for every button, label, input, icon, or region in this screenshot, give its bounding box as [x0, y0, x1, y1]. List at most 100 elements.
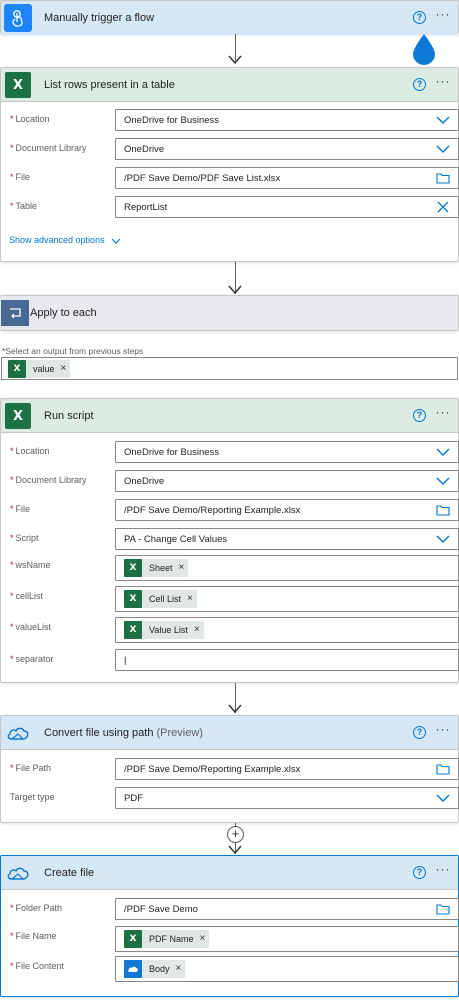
file-input[interactable]: /PDF Save Demo/PDF Save List.xlsx — [115, 167, 459, 189]
chevron-down-icon — [436, 477, 450, 485]
chevron-down-icon — [436, 448, 450, 456]
apply-to-each-card[interactable]: Apply to each — [0, 295, 459, 331]
list-rows-card[interactable]: X List rows present in a table ? ··· * Lo… — [0, 67, 459, 262]
target-type-dropdown[interactable]: PDF — [115, 787, 459, 809]
wsname-input[interactable]: X Sheet × — [115, 555, 459, 581]
create-file-title: Create file — [44, 867, 95, 879]
remove-token-icon[interactable]: × — [176, 964, 182, 974]
help-icon[interactable]: ? — [413, 726, 426, 739]
apply-to-each-header[interactable]: Apply to each — [0, 296, 458, 330]
folder-path-input[interactable]: /PDF Save Demo — [115, 898, 459, 920]
onedrive-icon — [124, 960, 142, 978]
document-library-label: * Document Library — [10, 475, 87, 485]
help-icon[interactable]: ? — [413, 409, 426, 422]
body-token[interactable]: Body × — [124, 960, 186, 978]
remove-token-icon[interactable]: × — [200, 934, 206, 944]
folder-icon[interactable] — [436, 171, 450, 185]
help-icon[interactable]: ? — [413, 11, 426, 24]
remove-token-icon[interactable]: × — [61, 364, 67, 374]
create-file-card[interactable]: Create file ? ··· * Folder Path /PDF Save… — [0, 855, 459, 997]
celllist-input[interactable]: X Cell List × — [115, 586, 459, 612]
document-library-value: OneDrive — [124, 476, 165, 487]
trigger-card[interactable]: Manually trigger a flow ? ··· — [0, 0, 459, 35]
table-row: * Table ReportList — [1, 196, 459, 218]
show-advanced-options-link[interactable]: Show advanced options — [9, 235, 121, 245]
file-content-input[interactable]: Body × — [115, 956, 459, 982]
clear-icon[interactable] — [436, 200, 450, 214]
run-script-card[interactable]: X Run script ? ··· * Location OneDrive fo… — [0, 398, 459, 683]
convert-file-card[interactable]: Convert file using path (Preview) ? ··· … — [0, 715, 459, 823]
script-label: * Script — [10, 533, 39, 543]
arrow-down-icon — [228, 285, 242, 295]
file-label: * File — [10, 172, 31, 182]
target-type-row: Target type PDF — [1, 787, 459, 809]
folder-icon[interactable] — [436, 762, 450, 776]
sheet-token[interactable]: X Sheet × — [124, 559, 189, 577]
arrow-down-icon — [228, 704, 242, 714]
file-row: * File /PDF Save Demo/Reporting Example.x… — [1, 499, 459, 521]
file-value: /PDF Save Demo/Reporting Example.xlsx — [124, 505, 301, 516]
chevron-down-icon — [436, 535, 450, 543]
more-options-icon[interactable]: ··· — [434, 406, 452, 422]
loop-icon-wrap — [0, 298, 30, 328]
remove-token-icon[interactable]: × — [194, 625, 200, 635]
valuelist-input[interactable]: X Value List × — [115, 617, 459, 643]
token-label: Sheet — [149, 563, 173, 573]
document-library-dropdown[interactable]: OneDrive — [115, 138, 459, 160]
file-path-input[interactable]: /PDF Save Demo/Reporting Example.xlsx — [115, 758, 459, 780]
script-dropdown[interactable]: PA - Change Cell Values — [115, 528, 459, 550]
more-options-icon[interactable]: ··· — [434, 8, 452, 24]
file-path-row: * File Path /PDF Save Demo/Reporting Exam… — [1, 758, 459, 780]
value-list-token[interactable]: X Value List × — [124, 621, 204, 639]
arrow-down-icon — [228, 845, 242, 855]
pdf-name-token[interactable]: X PDF Name × — [124, 930, 210, 948]
location-value: OneDrive for Business — [124, 115, 220, 126]
file-name-label: * File Name — [10, 931, 57, 941]
file-input[interactable]: /PDF Save Demo/Reporting Example.xlsx — [115, 499, 459, 521]
select-output-input[interactable]: X value × — [1, 357, 458, 380]
help-icon[interactable]: ? — [413, 866, 426, 879]
create-file-header[interactable]: Create file ? ··· — [1, 856, 458, 890]
remove-token-icon[interactable]: × — [187, 594, 193, 604]
token-label: value — [33, 364, 55, 374]
document-library-row: * Document Library OneDrive — [1, 470, 459, 492]
table-input[interactable]: ReportList — [115, 196, 459, 218]
file-content-row: * File Content Body × — [1, 956, 459, 982]
file-name-input[interactable]: X PDF Name × — [115, 926, 459, 952]
wsname-label: * wsName — [10, 560, 51, 570]
convert-file-header[interactable]: Convert file using path (Preview) ? ··· — [1, 716, 458, 750]
onedrive-icon — [5, 860, 31, 886]
token-label: PDF Name — [149, 934, 194, 944]
location-row: * Location OneDrive for Business — [1, 441, 459, 463]
more-options-icon[interactable]: ··· — [434, 75, 452, 91]
file-value: /PDF Save Demo/PDF Save List.xlsx — [124, 173, 281, 184]
document-library-dropdown[interactable]: OneDrive — [115, 470, 459, 492]
more-options-icon[interactable]: ··· — [434, 723, 452, 739]
run-script-header[interactable]: X Run script ? ··· — [1, 399, 458, 433]
add-step-icon[interactable]: + — [227, 826, 244, 843]
cell-list-token[interactable]: X Cell List × — [124, 590, 197, 608]
document-library-row: * Document Library OneDrive — [1, 138, 459, 160]
trigger-header[interactable]: Manually trigger a flow ? ··· — [1, 1, 458, 35]
convert-file-title: Convert file using path (Preview) — [44, 727, 203, 739]
script-row: * Script PA - Change Cell Values — [1, 528, 459, 550]
separator-row: * separator | — [1, 649, 459, 671]
trigger-icon-wrap — [3, 3, 33, 33]
chevron-down-icon — [436, 145, 450, 153]
separator-input[interactable]: | — [115, 649, 459, 671]
remove-token-icon[interactable]: × — [179, 563, 185, 573]
value-token[interactable]: X value × — [8, 360, 71, 378]
target-type-value: PDF — [124, 793, 143, 804]
separator-label: * separator — [10, 654, 54, 664]
folder-icon[interactable] — [436, 503, 450, 517]
location-dropdown[interactable]: OneDrive for Business — [115, 109, 459, 131]
folder-icon[interactable] — [436, 902, 450, 916]
document-library-value: OneDrive — [124, 144, 165, 155]
excel-icon: X — [8, 360, 26, 378]
list-rows-header[interactable]: X List rows present in a table ? ··· — [1, 68, 458, 102]
location-dropdown[interactable]: OneDrive for Business — [115, 441, 459, 463]
valuelist-row: * valueList X Value List × — [1, 617, 459, 643]
more-options-icon[interactable]: ··· — [434, 863, 452, 879]
help-icon[interactable]: ? — [413, 78, 426, 91]
trigger-title: Manually trigger a flow — [44, 12, 155, 24]
